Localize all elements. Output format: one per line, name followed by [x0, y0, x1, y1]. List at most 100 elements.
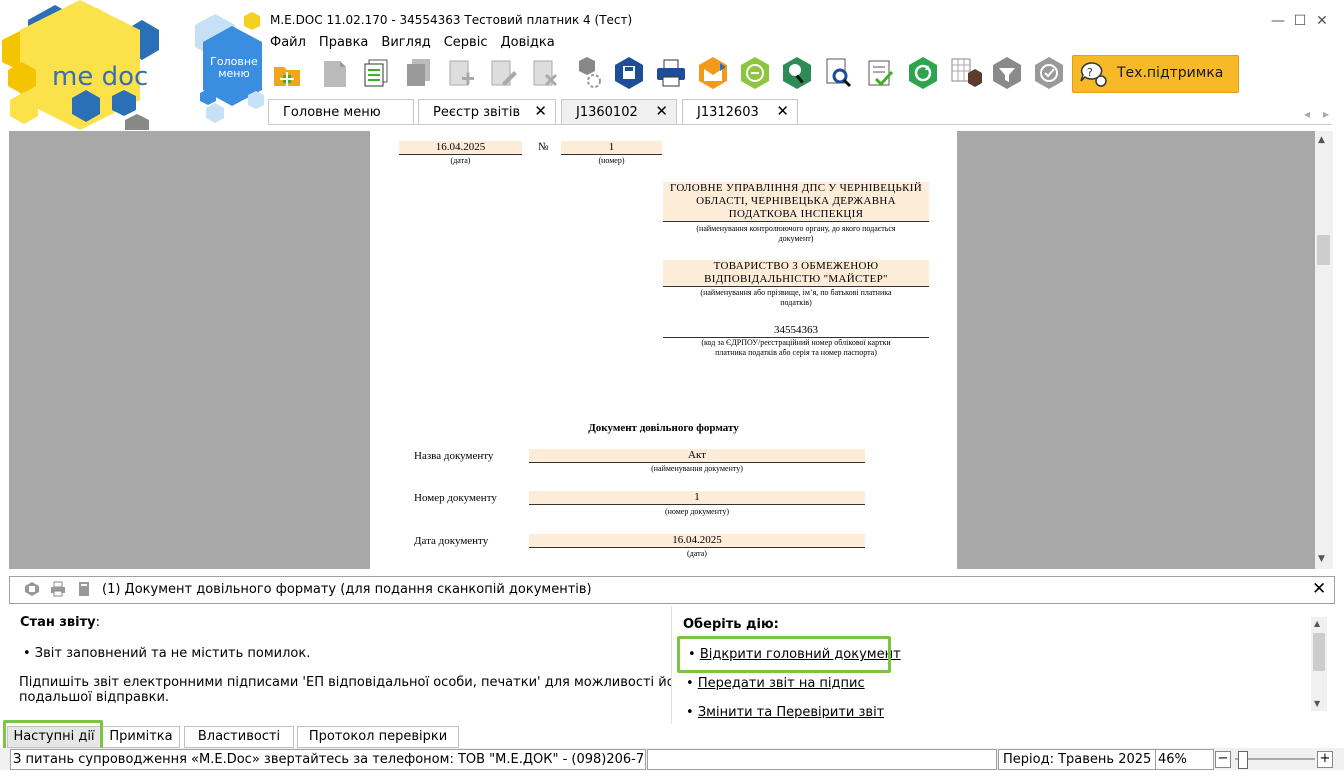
settings-icon[interactable]	[570, 55, 604, 91]
tab-main-menu[interactable]: Головне меню	[268, 99, 414, 124]
print-small-icon[interactable]	[50, 581, 66, 597]
menu-edit[interactable]: Правка	[317, 33, 370, 52]
report-status-panel: Стан звіту: • Звіт заповнений та не міст…	[9, 606, 689, 724]
report-title: (1) Документ довільного формату (для под…	[102, 582, 592, 597]
menu-view[interactable]: Вигляд	[379, 33, 432, 52]
maximize-button[interactable]: ☐	[1289, 10, 1311, 32]
add-icon[interactable]	[444, 55, 478, 91]
action-edit-and-check[interactable]: • Змінити та Перевірити звіт	[686, 705, 884, 718]
tab-properties[interactable]: Властивості	[184, 726, 294, 748]
document-number-caption: (номер документу)	[664, 507, 730, 516]
check-icon[interactable]	[864, 55, 898, 91]
preview-icon[interactable]	[822, 55, 856, 91]
action-link[interactable]: Змінити та Перевірити звіт	[698, 705, 884, 718]
document-date-field[interactable]: 16.04.2025	[529, 534, 865, 548]
save-icon[interactable]	[612, 55, 646, 91]
app-header: me doc Головне меню M.E.DOC 11.02.170 - …	[0, 0, 1344, 130]
highlight-open-main-document	[677, 636, 891, 673]
document-viewer[interactable]: 16.04.2025 (дата) № 1 (номер) ГОЛОВНЕ УП…	[9, 131, 1315, 569]
tabs-next-icon[interactable]: ▸	[1323, 107, 1329, 121]
tab-j1360102[interactable]: J1360102 ✕	[561, 99, 677, 124]
date-field[interactable]: 16.04.2025	[399, 141, 522, 155]
refresh-icon[interactable]	[906, 55, 940, 91]
menu-file[interactable]: Файл	[268, 33, 308, 52]
scroll-thumb[interactable]	[1313, 633, 1325, 671]
scroll-thumb[interactable]	[1317, 235, 1330, 265]
authority-line-3: ПОДАТКОВА ІНСПЕКЦІЯ	[728, 208, 864, 220]
authority-field[interactable]: ГОЛОВНЕ УПРАВЛІННЯ ДПС У ЧЕРНІВЕЦЬКІЙ ОБ…	[663, 182, 929, 222]
close-window-button[interactable]: ✕	[1311, 10, 1333, 32]
scroll-down-icon[interactable]: ▼	[1314, 699, 1320, 708]
caption-line: (код за ЄДРПОУ/реєстраційний номер облік…	[701, 338, 891, 347]
status-message: • Звіт заповнений та не містить помилок.	[23, 646, 311, 661]
field-label-name: Назва документу	[414, 450, 494, 462]
close-tab-icon[interactable]: ✕	[534, 102, 547, 120]
action-link[interactable]: Передати звіт на підпис	[698, 676, 865, 691]
menu-help[interactable]: Довідка	[498, 33, 556, 52]
field-label-number: Номер документу	[414, 492, 497, 504]
zoom-thumb[interactable]	[1238, 751, 1248, 769]
filter-icon[interactable]	[990, 55, 1024, 91]
svg-text:?: ?	[1087, 66, 1093, 79]
number-field[interactable]: 1	[561, 141, 662, 155]
scroll-up-icon[interactable]: ▲	[1318, 135, 1325, 145]
new-document-icon[interactable]: ▾	[270, 55, 304, 91]
zoom-in-button[interactable]: +	[1317, 751, 1333, 768]
support-phone-text: З питань супроводження «M.E.Doc» звертай…	[10, 749, 646, 770]
scroll-up-icon[interactable]: ▲	[1314, 619, 1320, 628]
stamp-icon[interactable]	[24, 581, 40, 597]
close-tab-icon[interactable]: ✕	[776, 102, 789, 120]
scroll-down-icon[interactable]: ▼	[1318, 554, 1325, 564]
calculator-icon[interactable]	[948, 55, 982, 91]
highlight-next-actions	[3, 720, 103, 751]
status-heading-text: Стан звіту	[20, 615, 96, 630]
tab-label: Головне меню	[283, 105, 381, 120]
close-report-button[interactable]: ✕	[1312, 579, 1326, 599]
document-name-caption: (найменування документу)	[651, 464, 743, 473]
tax-code-field[interactable]: 34554363	[663, 324, 929, 338]
status-bar: З питань супроводження «M.E.Doc» звертай…	[0, 748, 1344, 770]
send-icon[interactable]	[696, 55, 730, 91]
tab-reports-registry[interactable]: Реєстр звітів ✕	[418, 99, 556, 124]
tabs-prev-icon[interactable]: ◂	[1304, 107, 1310, 121]
document-scrollbar[interactable]: ▲ ▼	[1315, 131, 1333, 569]
authority-caption: (найменування контролюючого органу, до я…	[663, 224, 929, 244]
document-page: 16.04.2025 (дата) № 1 (номер) ГОЛОВНЕ УП…	[370, 131, 957, 569]
open-icon[interactable]	[318, 55, 352, 91]
zoom-slider[interactable]: − +	[1215, 750, 1334, 769]
tech-support-button[interactable]: ? Тех.підтримка	[1072, 55, 1239, 93]
tab-j1312603[interactable]: J1312603 ✕	[682, 99, 798, 124]
tab-check-protocol[interactable]: Протокол перевірки	[297, 726, 459, 748]
print-icon[interactable]	[654, 55, 688, 91]
edit-icon[interactable]	[486, 55, 520, 91]
status-heading: Стан звіту:	[20, 615, 100, 630]
caption-line: податків)	[780, 298, 812, 307]
title-bar: M.E.DOC 11.02.170 - 34554363 Тестовий пл…	[268, 10, 1344, 32]
zoom-out-button[interactable]: −	[1215, 751, 1231, 768]
receive-icon[interactable]	[738, 55, 772, 91]
tab-note[interactable]: Примітка	[102, 726, 180, 748]
number-sign: №	[538, 141, 549, 153]
window-title: M.E.DOC 11.02.170 - 34554363 Тестовий пл…	[270, 13, 633, 27]
document-number-field[interactable]: 1	[529, 491, 865, 505]
archive-icon[interactable]	[76, 581, 92, 597]
action-send-for-signing[interactable]: • Передати звіт на підпис	[686, 676, 865, 691]
minimize-button[interactable]: —	[1267, 10, 1289, 32]
actions-scrollbar[interactable]: ▲ ▼	[1311, 617, 1327, 711]
number-caption: (номер)	[598, 156, 625, 165]
tab-label: J1360102	[576, 105, 638, 120]
menu-service[interactable]: Сервіс	[442, 33, 490, 52]
payer-field[interactable]: ТОВАРИСТВО З ОБМЕЖЕНОЮ ВІДПОВІДАЛЬНІСТЮ …	[663, 260, 929, 287]
search-icon[interactable]	[780, 55, 814, 91]
logo-brand: me doc	[52, 62, 148, 92]
duplicate-icon[interactable]	[402, 55, 436, 91]
home-menu-shortcut[interactable]: Головне меню	[204, 56, 264, 80]
date-caption: (дата)	[450, 156, 471, 165]
zoom-value: 46%	[1155, 749, 1214, 770]
document-name-field[interactable]: Акт	[529, 449, 865, 463]
verify-icon[interactable]	[1032, 55, 1066, 91]
copy-icon[interactable]	[360, 55, 394, 91]
report-header: (1) Документ довільного формату (для под…	[9, 576, 1335, 604]
delete-icon[interactable]	[528, 55, 562, 91]
close-tab-icon[interactable]: ✕	[655, 102, 668, 120]
